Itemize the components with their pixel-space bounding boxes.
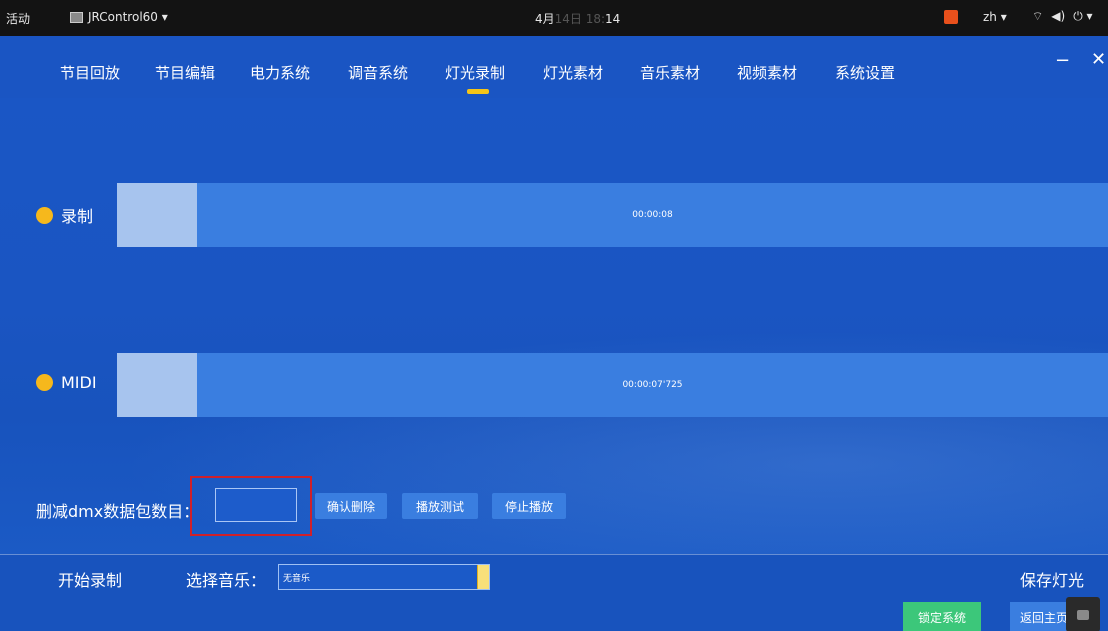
system-top-bar: 活动 JRControl60 ▾ 4月14日 18:14 zh ▾ ⌔ ◀) ⏻… — [0, 0, 1108, 36]
midi-time: 00:00:07'725 — [622, 380, 683, 390]
lock-system-button[interactable]: 锁定系统 — [903, 602, 981, 631]
nav-item-system-settings[interactable]: 系统设置 — [835, 62, 895, 83]
record-track-label: 录制 — [36, 203, 93, 227]
power-icon: ⏻ ▾ — [1073, 9, 1093, 23]
midi-track-label: MIDI — [36, 373, 97, 392]
minimize-icon[interactable]: − — [1055, 50, 1070, 71]
chat-icon[interactable] — [1066, 597, 1100, 631]
dmx-delete-count-label: 删减dmx数据包数目： — [36, 502, 200, 521]
record-status-dot — [36, 206, 53, 224]
midi-label: MIDI — [61, 373, 97, 392]
nav-item-program-edit[interactable]: 节目编辑 — [155, 62, 215, 83]
nav-item-music-material[interactable]: 音乐素材 — [640, 62, 700, 83]
record-track-bar[interactable]: 00:00:08 — [197, 183, 1108, 247]
nav-item-playback[interactable]: 节目回放 — [60, 62, 120, 83]
clock-time: 14 — [605, 12, 621, 26]
nav-item-audio-system[interactable]: 调音系统 — [348, 62, 408, 83]
start-record-button[interactable]: 开始录制 — [58, 567, 122, 591]
tray-app-icon[interactable] — [944, 10, 958, 24]
record-time: 00:00:08 — [632, 210, 673, 220]
dropdown-arrow-icon[interactable] — [477, 565, 489, 589]
nav-item-light-record[interactable]: 灯光录制 — [445, 62, 505, 94]
footer-bar: 开始录制 选择音乐： 无音乐 保存灯光 锁定系统 返回主页 — [0, 554, 1108, 631]
language-indicator[interactable]: zh ▾ — [983, 10, 1007, 24]
activities-button[interactable]: 活动 — [6, 10, 30, 27]
midi-track-bar[interactable]: 00:00:07'725 — [197, 353, 1108, 417]
stop-play-button[interactable]: 停止播放 — [492, 493, 566, 519]
app-name: JRControl60 ▾ — [88, 10, 168, 24]
midi-track-handle[interactable] — [117, 353, 197, 417]
network-icon: ⌔ — [1032, 9, 1044, 23]
volume-icon: ◀) — [1051, 9, 1066, 23]
record-track-handle[interactable] — [117, 183, 197, 247]
music-select-value: 无音乐 — [283, 574, 311, 584]
nav-item-light-material[interactable]: 灯光素材 — [543, 62, 603, 83]
app-header: 节目回放 节目编辑 电力系统 调音系统 灯光录制 灯光素材 音乐素材 视频素材 … — [0, 36, 1108, 98]
app-icon — [70, 11, 83, 23]
chat-glyph — [1077, 609, 1089, 620]
clock-faded: 14日 18: — [554, 12, 606, 26]
system-tray[interactable]: ⌔ ◀) ⏻ ▾ — [1032, 9, 1093, 24]
record-label: 录制 — [61, 207, 94, 226]
music-select[interactable]: 无音乐 — [278, 564, 490, 590]
close-icon[interactable]: ✕ — [1091, 49, 1106, 70]
confirm-delete-button[interactable]: 确认删除 — [315, 493, 387, 519]
dmx-delete-count-input[interactable] — [215, 488, 297, 522]
play-test-button[interactable]: 播放测试 — [402, 493, 478, 519]
midi-status-dot — [36, 374, 53, 391]
main-panel: 录制 00:00:08 MIDI 00:00:07'725 删减dmx数据包数目… — [0, 98, 1108, 554]
nav-item-video-material[interactable]: 视频素材 — [737, 62, 797, 83]
clock[interactable]: 4月14日 18:14 — [535, 10, 620, 27]
nav-item-power-system[interactable]: 电力系统 — [250, 62, 310, 83]
select-music-label: 选择音乐： — [186, 571, 267, 590]
clock-prefix: 4月 — [535, 12, 555, 26]
app-menu[interactable]: JRControl60 ▾ — [70, 10, 168, 24]
save-light-button[interactable]: 保存灯光 — [1020, 567, 1084, 591]
